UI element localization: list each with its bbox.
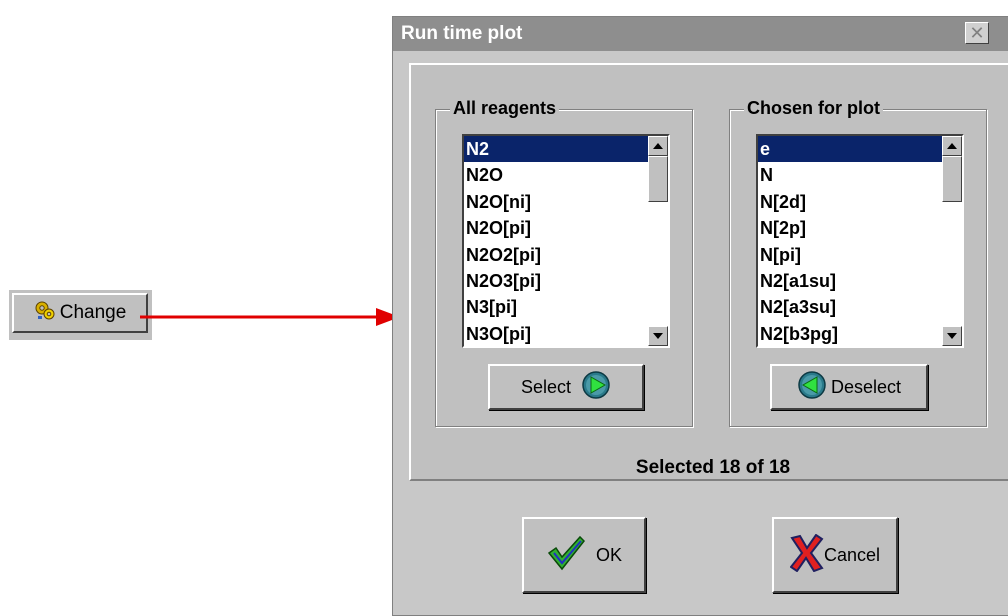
list-item[interactable]: N3[pi] (464, 294, 648, 320)
scroll-down-button[interactable] (648, 326, 668, 346)
x-icon (789, 533, 824, 577)
chevron-down-icon (653, 333, 663, 339)
gears-icon (34, 299, 56, 327)
check-icon (546, 535, 586, 576)
select-label: Select (520, 376, 572, 397)
list-item[interactable]: N2[a1su] (758, 268, 942, 294)
all-reagents-listbox[interactable]: N2 N2O N2O[ni] N2O[pi] N2O2[pi] N2O3[pi] N3[pi… (462, 134, 670, 348)
dialog-titlebar: Run time plot (393, 17, 1008, 51)
list-item[interactable]: N[2p] (758, 215, 942, 241)
ok-label: OK (595, 544, 622, 565)
cancel-label: Cancel (823, 544, 881, 565)
select-button[interactable]: Select (488, 364, 644, 410)
green-back-icon (797, 370, 827, 405)
reagent-selection-panel: All reagents N2 N2O N2O[ni] N2O[pi] N2O2[pi]… (409, 63, 1008, 481)
ok-button[interactable]: OK (522, 517, 646, 593)
arrow-connector (140, 308, 400, 326)
all-reagents-items: N2 N2O N2O[ni] N2O[pi] N2O2[pi] N2O3[pi] N3[pi… (464, 136, 648, 346)
chosen-items: e N N[2d] N[2p] N[pi] N2[a1su] N2[a3su] N2[b3pg… (758, 136, 942, 346)
chosen-listbox[interactable]: e N N[2d] N[2p] N[pi] N2[a1su] N2[a3su] N2[b3pg… (756, 134, 964, 348)
scroll-up-button[interactable] (648, 136, 668, 156)
list-item[interactable]: N2O (464, 162, 648, 188)
chevron-down-icon (947, 333, 957, 339)
change-button-frame: Change (9, 290, 152, 340)
green-play-icon (581, 370, 611, 405)
list-item[interactable]: N3O[pi] (464, 321, 648, 346)
close-button[interactable]: ✕ (965, 22, 989, 44)
list-item[interactable]: N2O3[pi] (464, 268, 648, 294)
list-item[interactable]: N[pi] (758, 242, 942, 268)
chevron-up-icon (653, 143, 663, 149)
scroll-down-button[interactable] (942, 326, 962, 346)
scroll-thumb[interactable] (648, 156, 668, 202)
chosen-for-plot-group: Chosen for plot e N N[2d] N[2p] N[pi] N2[a1su… (729, 98, 987, 427)
run-time-plot-dialog: Run time plot ✕ All reagents N2 N2O N2O[ni… (392, 16, 1008, 616)
scroll-thumb[interactable] (942, 156, 962, 202)
chevron-up-icon (947, 143, 957, 149)
chosen-scrollbar[interactable] (942, 136, 962, 346)
chosen-for-plot-title: Chosen for plot (744, 98, 883, 119)
list-item[interactable]: N[2d] (758, 189, 942, 215)
dialog-title: Run time plot (401, 23, 523, 44)
list-item[interactable]: N2[b3pg] (758, 321, 942, 346)
deselect-label: Deselect (830, 376, 902, 397)
deselect-button[interactable]: Deselect (770, 364, 928, 410)
close-icon: ✕ (969, 23, 985, 43)
change-label: Change (59, 302, 127, 323)
list-item[interactable]: N (758, 162, 942, 188)
cancel-button[interactable]: Cancel (772, 517, 898, 593)
list-item[interactable]: N2O2[pi] (464, 242, 648, 268)
list-item[interactable]: N2 (464, 136, 648, 163)
all-reagents-title: All reagents (450, 98, 560, 119)
scroll-up-button[interactable] (942, 136, 962, 156)
list-item[interactable]: N2O[pi] (464, 215, 648, 241)
change-button[interactable]: Change (12, 293, 148, 333)
selection-status: Selected 18 of 18 (635, 457, 791, 478)
list-item[interactable]: N2[a3su] (758, 294, 942, 320)
list-item[interactable]: N2O[ni] (464, 189, 648, 215)
all-reagents-scrollbar[interactable] (648, 136, 668, 346)
list-item[interactable]: e (758, 136, 942, 163)
all-reagents-group: All reagents N2 N2O N2O[ni] N2O[pi] N2O2[pi]… (435, 98, 693, 427)
